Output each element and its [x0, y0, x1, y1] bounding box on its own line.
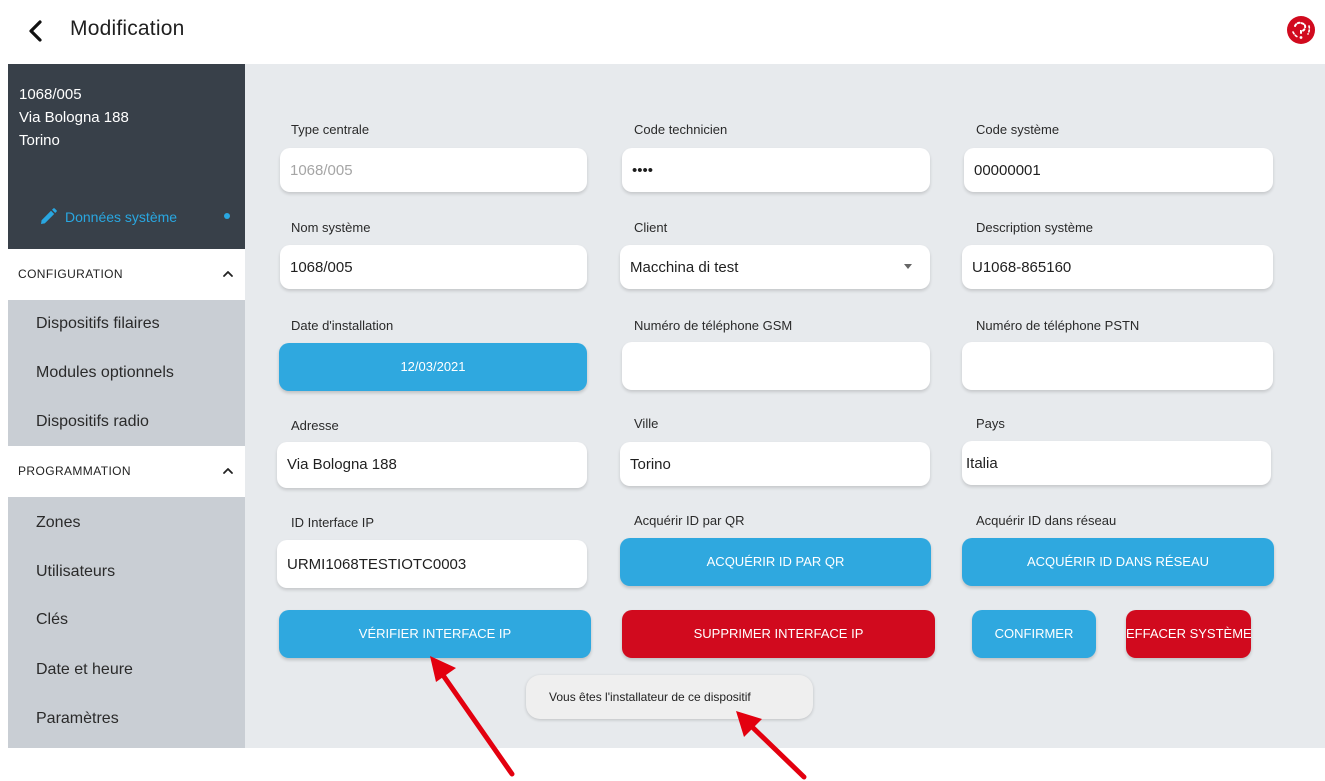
description-systeme-label: Description système [976, 220, 1094, 235]
system-id: 1068/005 [19, 86, 82, 103]
type-centrale-field: 1068/005 [280, 148, 587, 192]
section-label: PROGRAMMATION [18, 464, 131, 478]
code-technicien-value: •••• [632, 162, 654, 179]
pays-value: Italia [966, 455, 998, 472]
chevron-left-icon [29, 20, 42, 42]
client-value: Macchina di test [630, 259, 739, 276]
sidebar-item-label: Zones [36, 514, 81, 531]
dropdown-arrow-icon [904, 264, 912, 269]
nom-systeme-label: Nom système [291, 220, 371, 235]
supprimer-interface-ip-button[interactable]: SUPPRIMER INTERFACE IP [622, 610, 935, 658]
type-centrale-value: 1068/005 [290, 162, 353, 179]
back-button[interactable] [24, 18, 48, 44]
client-select[interactable]: Macchina di test [620, 245, 930, 289]
chevron-up-icon [223, 468, 233, 474]
description-systeme-field[interactable]: U1068-865160 [962, 245, 1273, 289]
effacer-systeme-button[interactable]: EFFACER SYSTÈME [1126, 610, 1251, 658]
sidebar-item-donnees-systeme[interactable]: Données système [19, 207, 234, 231]
toast-notification: Vous êtes l'installateur de ce dispositi… [526, 675, 813, 719]
acquerir-id-qr-button[interactable]: ACQUÉRIR ID PAR QR [620, 538, 931, 586]
ville-label: Ville [634, 416, 659, 431]
page-title: Modification [70, 17, 185, 40]
pays-field[interactable]: Italia [962, 441, 1271, 485]
sidebar-item-label: Modules optionnels [36, 364, 174, 381]
sidebar-item-date-et-heure[interactable]: Date et heure [8, 647, 245, 695]
code-technicien-field[interactable]: •••• [622, 148, 930, 192]
sidebar-item-label: Dispositifs radio [36, 413, 149, 430]
pays-label: Pays [976, 416, 1005, 431]
tel-pstn-field[interactable] [962, 342, 1273, 390]
type-centrale-label: Type centrale [291, 122, 370, 137]
confirmer-button[interactable]: CONFIRMER [972, 610, 1096, 658]
verifier-interface-ip-button[interactable]: VÉRIFIER INTERFACE IP [279, 610, 591, 658]
toast-message: Vous êtes l'installateur de ce dispositi… [549, 690, 751, 704]
system-city: Torino [19, 132, 60, 149]
sidebar-item-label: Paramètres [36, 710, 119, 727]
tel-pstn-label: Numéro de téléphone PSTN [976, 318, 1140, 333]
tel-gsm-field[interactable] [622, 342, 930, 390]
nom-systeme-field[interactable]: 1068/005 [280, 245, 587, 289]
sidebar-item-parametres[interactable]: Paramètres [8, 696, 245, 744]
tel-gsm-label: Numéro de téléphone GSM [634, 318, 793, 333]
sidebar-item-label: Dispositifs filaires [36, 315, 160, 332]
sidebar: 1068/005 Via Bologna 188 Torino Données … [8, 64, 245, 748]
id-interface-ip-label: ID Interface IP [291, 515, 375, 530]
code-systeme-field[interactable]: 00000001 [964, 148, 1273, 192]
sidebar-item-dispositifs-filaires[interactable]: Dispositifs filaires [8, 301, 245, 349]
code-technicien-label: Code technicien [634, 122, 728, 137]
section-programmation[interactable]: PROGRAMMATION [8, 446, 245, 497]
acquerir-id-reseau-button[interactable]: ACQUÉRIR ID DANS RÉSEAU [962, 538, 1274, 586]
chevron-up-icon [223, 271, 233, 277]
sidebar-item-modules-optionnels[interactable]: Modules optionnels [8, 350, 245, 398]
pencil-icon [41, 208, 57, 224]
acquerir-reseau-label: Acquérir ID dans réseau [976, 513, 1117, 528]
section-label: CONFIGURATION [18, 267, 123, 281]
top-bar: Modification [0, 0, 1325, 62]
description-systeme-value: U1068-865160 [972, 259, 1072, 276]
brand-logo-icon [1287, 16, 1315, 44]
id-interface-ip-value: URMI1068TESTIOTC0003 [287, 556, 467, 573]
acquerir-qr-label: Acquérir ID par QR [634, 513, 745, 528]
code-systeme-value: 00000001 [974, 162, 1041, 179]
system-address: Via Bologna 188 [19, 109, 129, 126]
sidebar-item-label: Clés [36, 611, 69, 628]
system-info-panel: 1068/005 Via Bologna 188 Torino Données … [8, 64, 245, 249]
ville-field[interactable]: Torino [620, 442, 930, 486]
ville-value: Torino [630, 456, 671, 473]
sidebar-item-utilisateurs[interactable]: Utilisateurs [8, 549, 245, 597]
sidebar-item-label: Utilisateurs [36, 563, 116, 580]
date-installation-label: Date d'installation [291, 318, 394, 333]
sidebar-item-cles[interactable]: Clés [8, 597, 245, 645]
date-installation-button[interactable]: 12/03/2021 [279, 343, 587, 391]
section-configuration[interactable]: CONFIGURATION [8, 249, 245, 300]
sidebar-item-label: Données système [65, 209, 178, 225]
sidebar-item-label: Date et heure [36, 661, 133, 678]
client-label: Client [634, 220, 668, 235]
active-indicator-dot [224, 213, 230, 219]
nom-systeme-value: 1068/005 [290, 259, 353, 276]
adresse-label: Adresse [291, 418, 339, 433]
adresse-value: Via Bologna 188 [287, 456, 397, 473]
code-systeme-label: Code système [976, 122, 1060, 137]
adresse-field[interactable]: Via Bologna 188 [277, 442, 587, 488]
sidebar-item-dispositifs-radio[interactable]: Dispositifs radio [8, 399, 245, 447]
id-interface-ip-field[interactable]: URMI1068TESTIOTC0003 [277, 540, 587, 588]
sidebar-item-zones[interactable]: Zones [8, 500, 245, 548]
